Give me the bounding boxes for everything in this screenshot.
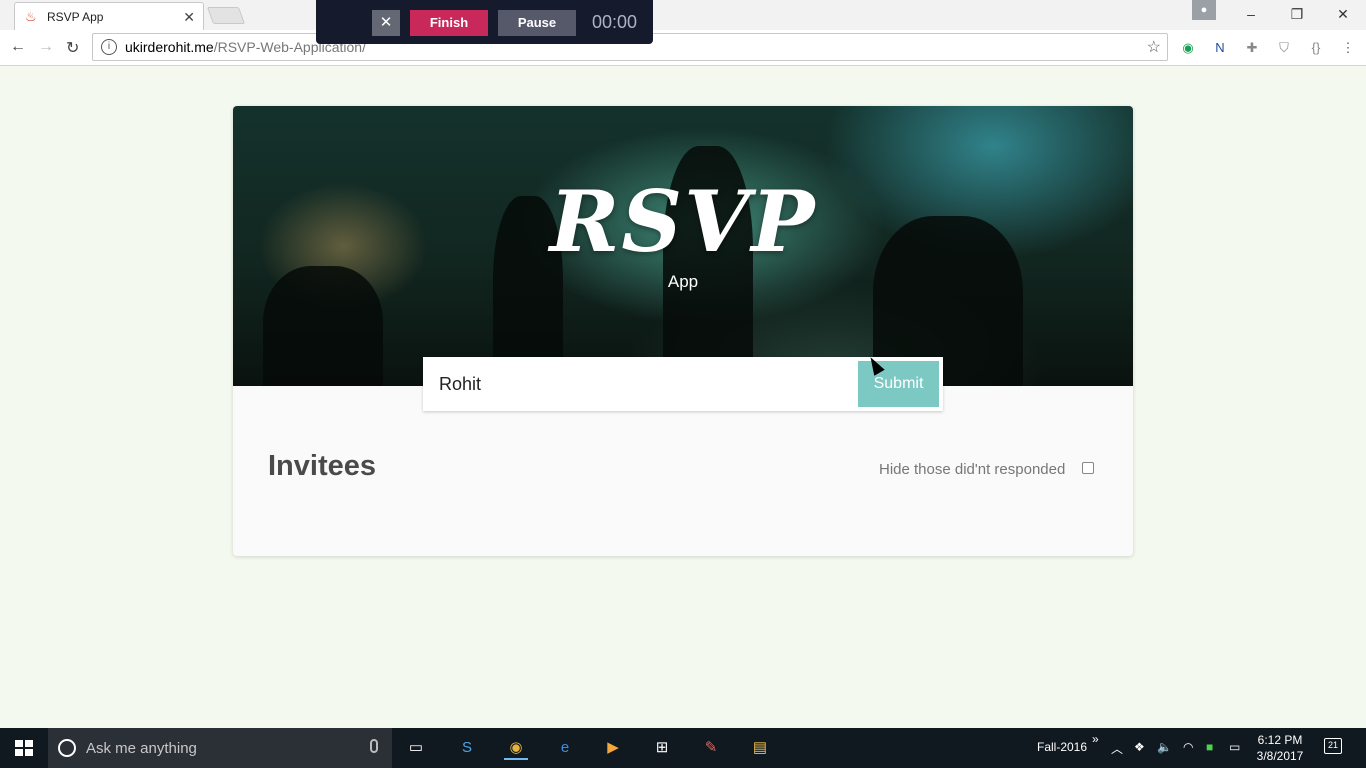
browser-tabstrip: ♨ RSVP App ✕ ● – ❐ ✕ bbox=[0, 0, 1366, 30]
s-app-icon[interactable]: S bbox=[455, 736, 479, 760]
microphone-icon[interactable] bbox=[370, 739, 378, 753]
hero-subtitle: App bbox=[667, 272, 699, 291]
cortana-icon bbox=[58, 739, 76, 757]
hero-banner: RSVP App bbox=[233, 106, 1133, 386]
edge-icon[interactable]: e bbox=[553, 736, 577, 760]
hero-title: RSVP bbox=[549, 172, 817, 271]
shield-extension-icon[interactable]: ⛉ bbox=[1274, 38, 1294, 58]
grammarly-extension-icon[interactable]: ◉ bbox=[1178, 38, 1198, 58]
notification-center-icon[interactable]: 21 bbox=[1324, 738, 1342, 754]
windows-start-icon[interactable] bbox=[15, 740, 33, 756]
volume-icon[interactable]: 🔈 bbox=[1157, 740, 1172, 754]
browser-tab[interactable]: ♨ RSVP App ✕ bbox=[14, 2, 204, 30]
windows-taskbar: Ask me anything ▭ S ◉ e ▶ ⊞ ✎ ▤ Fall-201… bbox=[0, 728, 1366, 768]
tray-label[interactable]: Fall-2016 bbox=[1037, 740, 1087, 754]
dropbox-icon[interactable]: ❖ bbox=[1134, 740, 1145, 754]
rsvp-card: RSVP App Submit Invitees Hide those did'… bbox=[233, 106, 1133, 556]
rsvp-form: Submit bbox=[423, 357, 943, 411]
task-view-icon[interactable]: ▭ bbox=[404, 736, 428, 760]
forward-arrow-icon[interactable]: → bbox=[38, 38, 54, 56]
n-extension-icon[interactable]: N bbox=[1210, 38, 1230, 58]
finish-button[interactable]: Finish bbox=[410, 10, 488, 36]
hide-unresponded-label: Hide those did'nt responded bbox=[879, 461, 1066, 478]
wifi-icon[interactable]: ◠ bbox=[1183, 740, 1193, 754]
clock-time: 6:12 PM bbox=[1257, 733, 1303, 747]
window-controls: ● – ❐ ✕ bbox=[1192, 0, 1366, 28]
json-extension-icon[interactable]: {} bbox=[1306, 38, 1326, 58]
chrome-icon[interactable]: ◉ bbox=[504, 736, 528, 760]
new-tab-button[interactable] bbox=[206, 7, 246, 24]
store-icon[interactable]: ⊞ bbox=[650, 736, 674, 760]
pause-button[interactable]: Pause bbox=[498, 10, 576, 36]
green-tray-icon[interactable]: ■ bbox=[1206, 740, 1213, 754]
menu-dots-icon[interactable]: ⋮ bbox=[1338, 38, 1358, 58]
bookmark-star-icon[interactable]: ☆ bbox=[1147, 37, 1161, 57]
minimize-icon[interactable]: – bbox=[1228, 0, 1274, 28]
chevron-right-icon[interactable]: » bbox=[1092, 732, 1099, 746]
file-explorer-icon[interactable]: ▤ bbox=[748, 736, 772, 760]
hide-unresponded-checkbox[interactable] bbox=[1082, 462, 1094, 474]
paint-icon[interactable]: ✎ bbox=[699, 736, 723, 760]
profile-icon[interactable]: ● bbox=[1192, 0, 1216, 20]
close-window-icon[interactable]: ✕ bbox=[1320, 0, 1366, 28]
tab-title: RSVP App bbox=[47, 9, 104, 24]
back-arrow-icon[interactable]: ← bbox=[10, 38, 26, 56]
system-clock[interactable]: 6:12 PM 3/8/2017 bbox=[1250, 732, 1310, 764]
screen-recorder-bar: ✕ Finish Pause 00:00 bbox=[316, 0, 653, 44]
recorder-close-button[interactable]: ✕ bbox=[372, 10, 400, 36]
battery-icon[interactable]: ▭ bbox=[1229, 740, 1240, 754]
invitees-heading: Invitees bbox=[268, 450, 376, 482]
restore-icon[interactable]: ❐ bbox=[1274, 0, 1320, 28]
reload-icon[interactable]: ↻ bbox=[66, 38, 79, 58]
media-player-icon[interactable]: ▶ bbox=[601, 736, 625, 760]
browser-toolbar: ← → ↻ i ukirderohit.me/RSVP-Web-Applicat… bbox=[0, 30, 1366, 66]
tab-close-icon[interactable]: ✕ bbox=[183, 9, 195, 26]
cortana-search-box[interactable]: Ask me anything bbox=[48, 728, 392, 768]
name-input[interactable] bbox=[423, 357, 853, 411]
url-host: ukirderohit.me bbox=[125, 39, 214, 55]
chevron-up-icon[interactable]: ︿ bbox=[1111, 740, 1123, 757]
clock-date: 3/8/2017 bbox=[1256, 749, 1304, 763]
info-icon[interactable]: i bbox=[101, 39, 117, 55]
recorder-timer: 00:00 bbox=[592, 12, 638, 32]
search-placeholder: Ask me anything bbox=[86, 739, 197, 757]
flame-icon: ♨ bbox=[25, 8, 37, 24]
puzzle-extension-icon[interactable]: ✚ bbox=[1242, 38, 1262, 58]
